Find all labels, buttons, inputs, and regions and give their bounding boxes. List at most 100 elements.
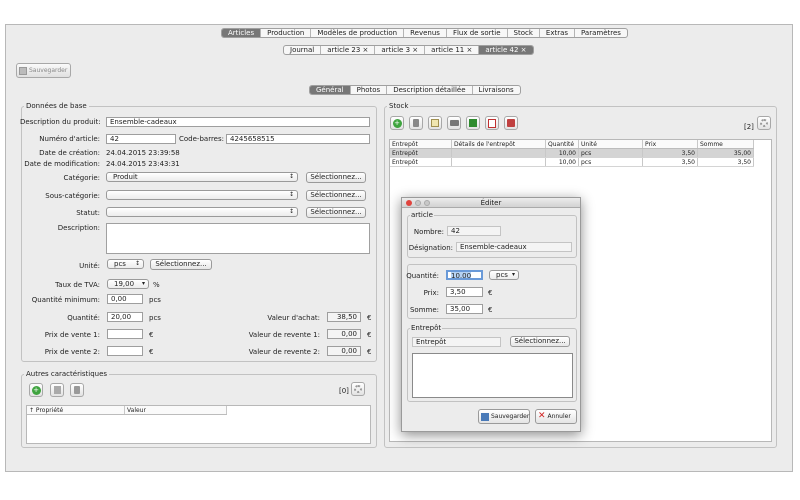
other-characteristics-title: Autres caractéristiques <box>24 370 110 378</box>
barcode-input[interactable]: 4245658515 <box>226 134 370 144</box>
dialog-cancel-button[interactable]: ✕ Annuler <box>535 409 577 424</box>
cell-sum: 35,00 <box>698 149 754 157</box>
dialog-designation-field: Ensemble-cadeaux <box>456 242 572 252</box>
sale-price-2-input[interactable] <box>107 346 143 356</box>
doc-tab-article-11[interactable]: article 11 × <box>425 46 480 54</box>
chevron-down-icon: ▾ <box>511 271 515 278</box>
property-settings-button[interactable] <box>351 382 365 396</box>
tab-general[interactable]: Général <box>310 86 351 94</box>
quantity-unit: pcs <box>149 314 161 322</box>
export-excel-button[interactable] <box>466 116 480 130</box>
dialog-titlebar: Éditer <box>402 198 580 208</box>
stock-table-header: Entrepôt Détails de l'entrepôt Quantité … <box>390 140 754 149</box>
pdf-icon <box>488 119 496 128</box>
unit-value: pcs <box>114 260 126 268</box>
tab-production[interactable]: Production <box>261 29 312 37</box>
creation-date-label: Date de création: <box>39 149 100 157</box>
tab-extras[interactable]: Extras <box>540 29 576 37</box>
modification-date-label: Date de modification: <box>24 160 100 168</box>
doc-tab-article-23[interactable]: article 23 × <box>321 46 376 54</box>
stock-title: Stock <box>387 102 411 110</box>
min-quantity-input[interactable]: 0,00 <box>107 294 143 304</box>
tab-flux-sortie[interactable]: Flux de sortie <box>447 29 508 37</box>
status-select-button[interactable]: Sélectionnez... <box>306 207 366 218</box>
add-property-button[interactable]: + <box>29 383 43 397</box>
subcategory-label: Sous-catégorie: <box>45 192 100 200</box>
category-label: Catégorie: <box>63 174 100 182</box>
tab-description-detaillee[interactable]: Description détaillée <box>387 86 473 94</box>
dialog-quantity-value: 10,00 <box>451 272 472 280</box>
column-header-quantity[interactable]: Quantité <box>546 140 579 148</box>
edit-icon <box>431 119 439 127</box>
quantity-input[interactable]: 20,00 <box>107 312 143 322</box>
dialog-unit-select[interactable]: pcs ▾ <box>489 270 519 280</box>
download-stock-button[interactable] <box>504 116 518 130</box>
dialog-quantity-input[interactable]: 10,00 <box>446 270 483 280</box>
purchase-value-field: 38,50 <box>327 312 361 322</box>
dialog-price-input[interactable]: 3,50 <box>446 287 483 297</box>
doc-tab-article-3[interactable]: article 3 × <box>375 46 426 54</box>
dialog-warehouse-field: Entrepôt <box>412 337 501 347</box>
export-pdf-button[interactable] <box>485 116 499 130</box>
subcategory-select[interactable]: ↕ <box>106 190 298 200</box>
category-select-button[interactable]: Sélectionnez... <box>306 172 366 183</box>
min-quantity-label: Quantité minimum: <box>31 296 100 304</box>
stock-settings-button[interactable] <box>757 116 771 130</box>
plus-icon: + <box>31 386 41 395</box>
sale-price-1-currency: € <box>149 331 154 339</box>
column-header-sum[interactable]: Somme <box>698 140 754 148</box>
dialog-save-button[interactable]: Sauvegarder <box>478 409 530 424</box>
column-header-property[interactable]: ↑ Propriété <box>27 406 125 414</box>
updown-icon: ↕ <box>288 208 294 215</box>
resale-value-1-label: Valeur de revente 1: <box>248 331 320 339</box>
floppy-icon <box>19 66 27 75</box>
resale-value-2-currency: € <box>367 348 372 356</box>
tab-livraisons[interactable]: Livraisons <box>473 86 520 94</box>
article-number-input[interactable]: 42 <box>106 134 176 144</box>
dialog-warehouse-select-button[interactable]: Sélectionnez... <box>510 336 570 347</box>
column-header-value[interactable]: Valeur <box>125 406 227 414</box>
delete-property-button[interactable] <box>70 383 84 397</box>
print-stock-button[interactable] <box>447 116 461 130</box>
description-textarea[interactable] <box>106 223 370 254</box>
tab-revenus[interactable]: Revenus <box>404 29 447 37</box>
resale-value-1-currency: € <box>367 331 372 339</box>
tab-articles[interactable]: Articles <box>222 29 262 37</box>
quantity-label: Quantité: <box>67 314 100 322</box>
sale-price-1-input[interactable] <box>107 329 143 339</box>
plus-icon: + <box>392 119 402 128</box>
gear-icon <box>760 119 768 127</box>
doc-tab-article-42[interactable]: article 42 × <box>479 46 533 54</box>
delete-stock-button[interactable] <box>409 116 423 130</box>
vat-rate-select[interactable]: 19,00 ▾ <box>107 279 149 289</box>
column-header-unit[interactable]: Unité <box>579 140 643 148</box>
cell-price: 3,50 <box>643 158 698 166</box>
dialog-article-title: article <box>410 211 434 219</box>
edit-property-button[interactable] <box>50 383 64 397</box>
unit-select-button[interactable]: Sélectionnez... <box>150 259 212 270</box>
add-stock-button[interactable]: + <box>390 116 404 130</box>
tab-modeles-production[interactable]: Modèles de production <box>311 29 405 37</box>
product-description-input[interactable]: Ensemble-cadeaux <box>106 117 370 127</box>
tab-stock[interactable]: Stock <box>508 29 540 37</box>
table-row[interactable]: Entrepôt 10,00 pcs 3,50 35,00 <box>390 149 754 158</box>
save-button[interactable]: Sauvegarder <box>16 63 71 78</box>
tab-photos[interactable]: Photos <box>351 86 388 94</box>
column-header-warehouse-details[interactable]: Détails de l'entrepôt <box>452 140 546 148</box>
tab-parametres[interactable]: Paramètres <box>575 29 627 37</box>
column-header-price[interactable]: Prix <box>643 140 698 148</box>
dialog-sum-input[interactable]: 35,00 <box>446 304 483 314</box>
barcode-label: Code-barres: <box>179 135 224 143</box>
dialog-warehouse-details[interactable] <box>412 353 573 398</box>
main-tab-bar: Articles Production Modèles de productio… <box>221 28 628 38</box>
doc-tab-journal[interactable]: Journal <box>284 46 322 54</box>
table-row[interactable]: Entrepôt 10,00 pcs 3,50 3,50 <box>390 158 754 167</box>
floppy-icon <box>481 412 489 421</box>
resale-value-2-label: Valeur de revente 2: <box>248 348 320 356</box>
category-select[interactable]: Produit ↕ <box>106 172 298 182</box>
unit-select[interactable]: pcs ↕ <box>107 259 144 269</box>
edit-stock-button[interactable] <box>428 116 442 130</box>
status-select[interactable]: ↕ <box>106 207 298 217</box>
column-header-warehouse[interactable]: Entrepôt <box>390 140 452 148</box>
subcategory-select-button[interactable]: Sélectionnez... <box>306 190 366 201</box>
